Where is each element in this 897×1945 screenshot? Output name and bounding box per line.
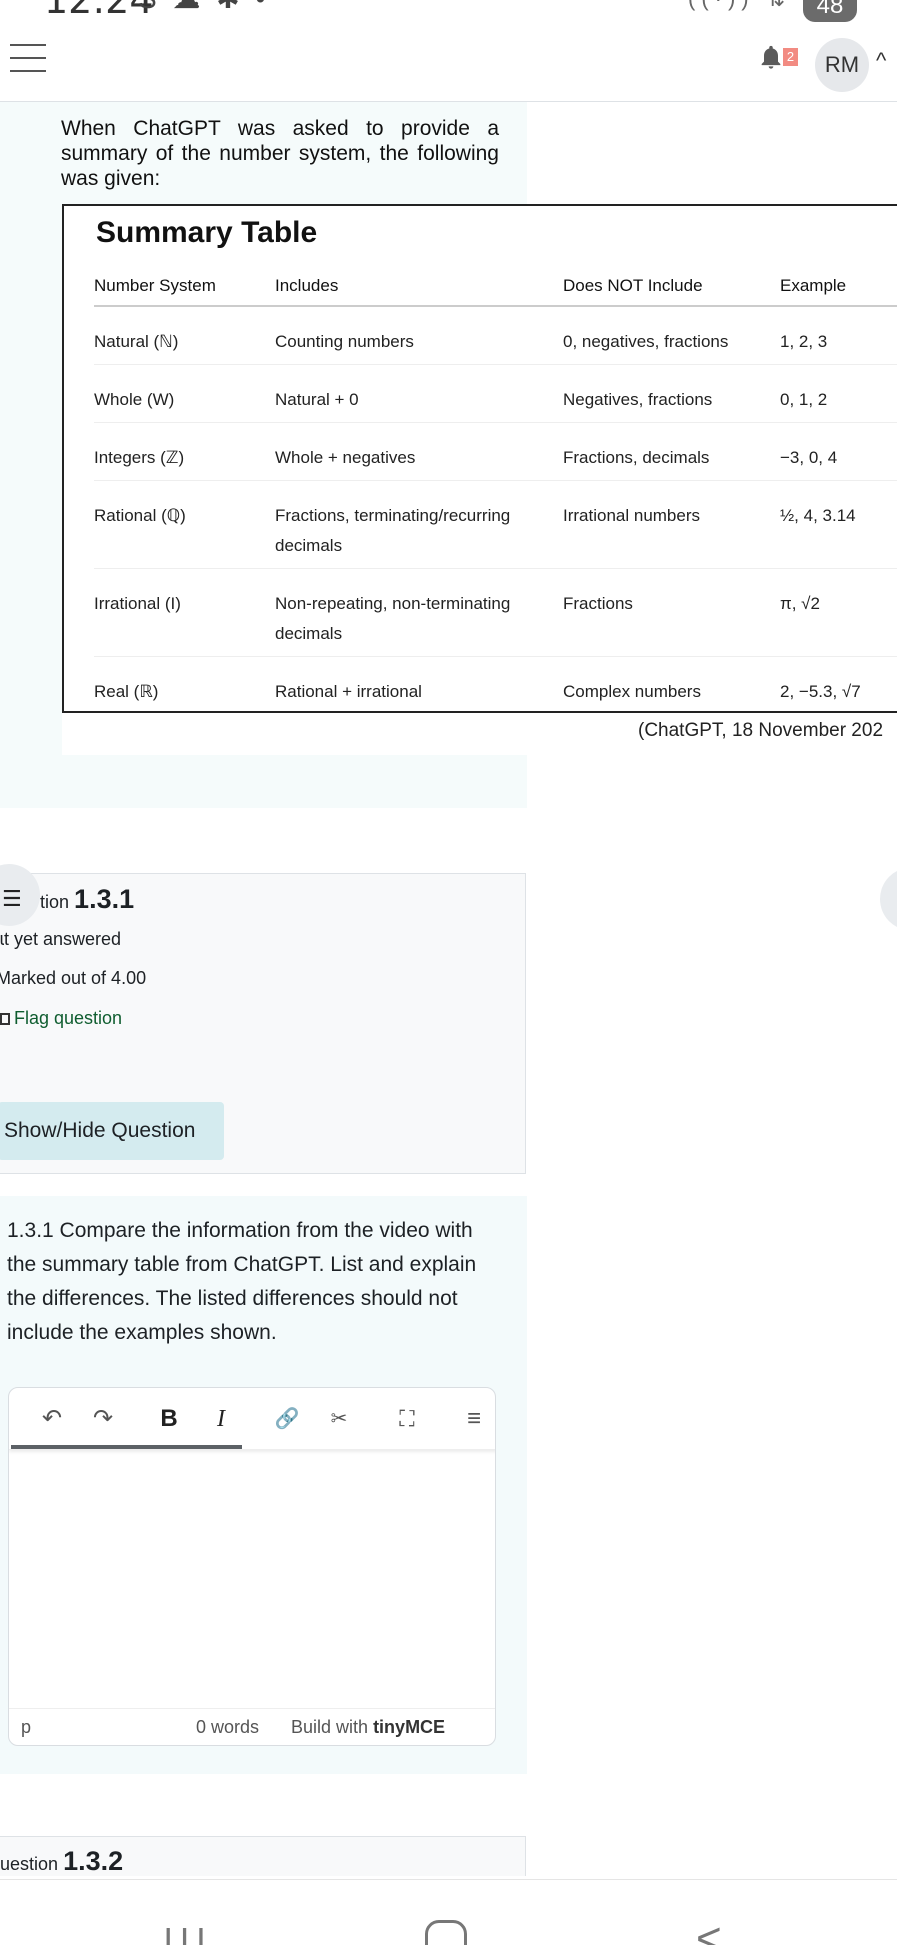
editor-text-area[interactable]: [9, 1450, 495, 1690]
summary-table-title: Summary Table: [96, 216, 318, 249]
table-cell: Complex numbers: [563, 681, 701, 701]
home-icon[interactable]: [425, 1920, 467, 1945]
table-cell: Non-repeating, non-terminating decimals: [275, 568, 563, 657]
table-cell: Real (ℝ): [94, 681, 159, 701]
table-cell: 1, 2, 3: [780, 306, 897, 365]
recent-apps-icon[interactable]: |||: [163, 1922, 212, 1945]
table-cell: Rational + irrational: [275, 681, 422, 701]
question-label: tion: [40, 892, 70, 912]
tinymce-branding[interactable]: Build with tinyMCE: [291, 1717, 445, 1738]
column-header: Number System: [94, 266, 275, 307]
bold-button[interactable]: B: [154, 1405, 184, 1433]
column-header: Example: [780, 266, 897, 307]
italic-button[interactable]: I: [206, 1405, 236, 1433]
notification-count-badge: 2: [783, 48, 798, 66]
table-cell: −3, 0, 4: [780, 422, 897, 481]
unlink-icon[interactable]: ✂: [324, 1405, 354, 1433]
table-cell: 0, 1, 2: [780, 364, 897, 423]
table-cell: Fractions: [563, 568, 780, 657]
table-cell: Rational (ℚ): [94, 480, 275, 569]
caption-area: [62, 713, 527, 755]
drawer-icon: ☰: [2, 886, 22, 911]
next-question-number: uestion 1.3.2: [0, 1846, 123, 1877]
question-state: ɩt yet answered: [0, 929, 122, 949]
top-navbar: 2 RM ^: [0, 28, 897, 102]
column-header: Includes: [275, 266, 563, 307]
toolbar-scroll-indicator: [11, 1445, 242, 1449]
table-cell: Whole (W): [94, 364, 275, 423]
flag-question-label: Flag question: [14, 1008, 123, 1028]
user-avatar[interactable]: RM: [815, 38, 869, 92]
status-bar: 12:24 S ☁ ✱ • ((·)) ⇅ .ıl 48: [0, 0, 897, 28]
undo-icon[interactable]: ↶: [37, 1405, 67, 1433]
menu-icon[interactable]: [10, 44, 46, 74]
table-row: Integers (ℤ) Whole + negatives Fractions…: [94, 422, 897, 481]
flag-icon: [0, 1013, 10, 1025]
table-cell: Whole + negatives: [275, 422, 563, 481]
flag-question-link[interactable]: Flag question: [0, 1008, 122, 1029]
table-cell: Integers (ℤ): [94, 422, 275, 481]
table-caption: (ChatGPT, 18 November 202: [638, 720, 884, 741]
summary-table: Number System Includes Does NOT Include …: [94, 266, 897, 716]
table-cell: 2, −5.3, √7: [780, 681, 861, 701]
notification-icons: S ☁ ✱ •: [138, 0, 269, 15]
fullscreen-icon[interactable]: ⛶: [392, 1405, 422, 1433]
column-header: Does NOT Include: [563, 266, 780, 307]
table-row: Natural (ℕ) Counting numbers 0, negative…: [94, 306, 897, 365]
branding-prefix: Build with: [291, 1717, 369, 1737]
align-icon[interactable]: ≡: [459, 1405, 489, 1433]
editor-toolbar: ↶ ↷ B I 🔗 ✂ ⛶ ≡: [9, 1388, 495, 1450]
intro-text: When ChatGPT was asked to provide a summ…: [61, 117, 499, 190]
question-text: 1.3.1 Compare the information from the v…: [7, 1219, 477, 1344]
chevron-down-icon[interactable]: ^: [876, 48, 886, 74]
table-cell: Fractions, decimals: [563, 422, 780, 481]
table-row: Irrational (I) Non-repeating, non-termin…: [94, 568, 897, 657]
question-number: tion 1.3.1: [40, 884, 134, 915]
table-cell: Natural (ℕ): [94, 306, 275, 365]
question-number-value: 1.3.1: [74, 884, 135, 914]
table-cell: Counting numbers: [275, 306, 563, 365]
editor-statusbar: p 0 words Build with tinyMCE: [9, 1708, 495, 1745]
drawer-toggle-right[interactable]: [880, 868, 897, 930]
table-cell: Fractions, terminating/recurring decimal…: [275, 480, 563, 569]
branding-name: tinyMCE: [373, 1717, 446, 1737]
table-cell: Irrational numbers: [563, 480, 780, 569]
back-icon[interactable]: <: [696, 1914, 722, 1945]
table-header-row: Number System Includes Does NOT Include …: [94, 266, 897, 307]
notifications-button[interactable]: 2: [757, 42, 798, 76]
table-row: Rational (ℚ) Fractions, terminating/recu…: [94, 480, 897, 569]
table-row: Real (ℝ) Rational + irrational Complex n…: [94, 656, 897, 716]
rich-text-editor: ↶ ↷ B I 🔗 ✂ ⛶ ≡ p 0 words Build with tin…: [8, 1387, 496, 1746]
element-path[interactable]: p: [21, 1717, 31, 1738]
table-cell: Negatives, fractions: [563, 364, 780, 423]
link-icon[interactable]: 🔗: [272, 1405, 302, 1433]
battery-icon: 48: [803, 0, 857, 22]
page: 12:24 S ☁ ✱ • ((·)) ⇅ .ıl 48 2 RM ^ When…: [0, 0, 897, 1945]
bell-icon: [761, 45, 781, 69]
show-hide-question-button[interactable]: Show/Hide Question: [0, 1102, 224, 1160]
table-cell: π, √2: [780, 568, 897, 657]
next-question-number-value: 1.3.2: [63, 1846, 124, 1876]
table-row: Whole (W) Natural + 0 Negatives, fractio…: [94, 364, 897, 423]
summary-table-image: Summary Table Number System Includes Doe…: [62, 204, 897, 713]
next-question-label: uestion: [0, 1854, 59, 1874]
table-cell: Irrational (I): [94, 568, 275, 657]
table-cell: Natural + 0: [275, 364, 563, 423]
question-grade: Marked out of 4.00: [0, 968, 147, 988]
table-cell: ½, 4, 3.14: [780, 480, 897, 569]
redo-icon[interactable]: ↷: [88, 1405, 118, 1433]
table-cell: 0, negatives, fractions: [563, 306, 780, 365]
word-count[interactable]: 0 words: [196, 1717, 259, 1738]
android-navigation-bar: ||| <: [0, 1879, 897, 1945]
